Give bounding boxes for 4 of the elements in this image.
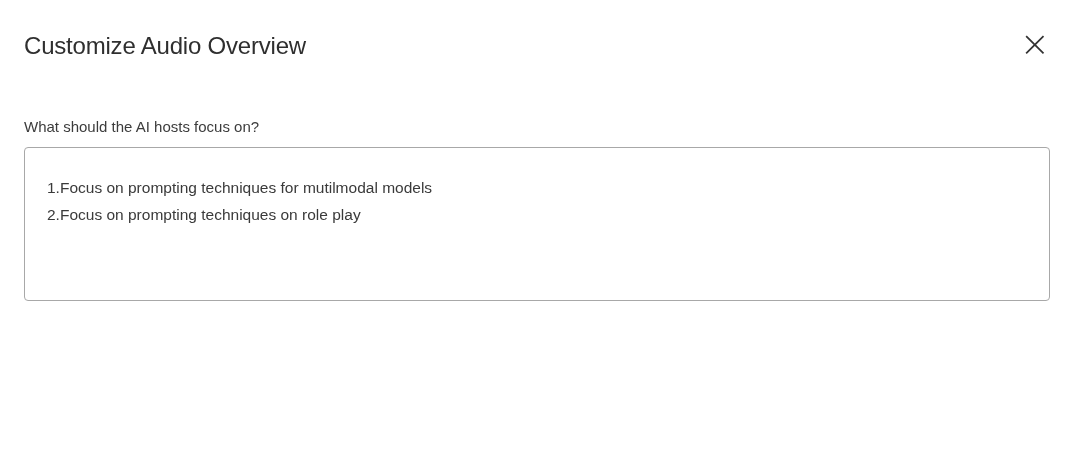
close-button[interactable]: × [1019,29,1050,63]
field-label: What should the AI hosts focus on? [24,118,261,135]
focus-text-field[interactable]: 1.Focus on prompting techniques for mutilmodal models 2.Focus on prompting techniques on role play [24,147,1050,301]
dialog-title: Customize Audio Overview [24,32,306,60]
